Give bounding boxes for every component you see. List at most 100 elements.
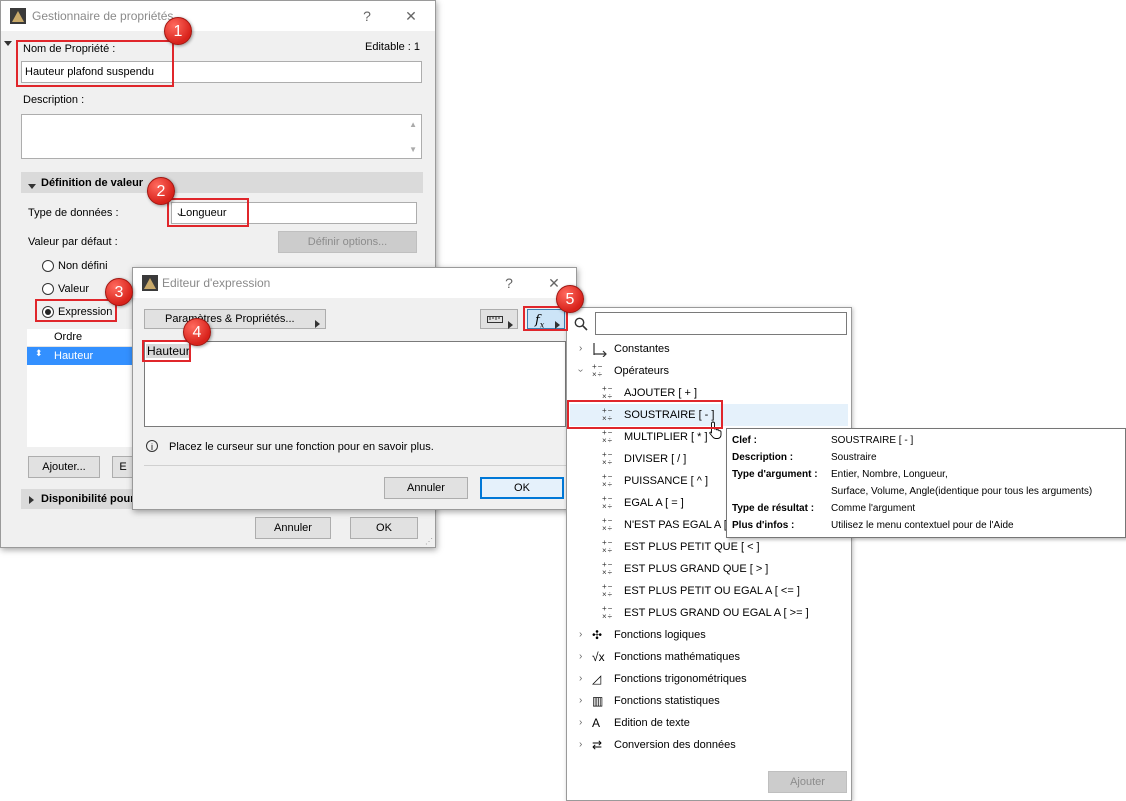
- archicad-icon: [10, 8, 26, 24]
- annotation-box-2: [167, 198, 249, 227]
- operator-label: EST PLUS PETIT QUE [ < ]: [624, 541, 760, 553]
- resize-grip-icon[interactable]: ⋰: [425, 537, 433, 546]
- expression-textarea[interactable]: Hauteur: [144, 341, 566, 427]
- tooltip-description-label: Description :: [732, 452, 794, 463]
- add-button[interactable]: Ajouter...: [28, 456, 100, 478]
- tooltip-more-label: Plus d'infos :: [732, 520, 795, 531]
- scroll-up-icon[interactable]: ▲: [409, 120, 417, 129]
- data-type-label: Type de données :: [28, 207, 119, 219]
- tooltip-argtype-value: Entier, Nombre, Longueur,: [831, 469, 948, 480]
- edit-button[interactable]: E: [112, 456, 134, 478]
- radio-undefined[interactable]: [42, 260, 54, 272]
- operator-label: AJOUTER [ + ]: [624, 387, 698, 399]
- tooltip-result-value: Comme l'argument: [831, 503, 916, 514]
- function-panel: › Constantes › +− ×÷ Opérateurs +− ×÷ AJOUT…: [566, 307, 852, 801]
- ok-button[interactable]: OK: [480, 477, 564, 499]
- operators-icon: +− ×÷: [602, 516, 614, 533]
- operators-icon: +− ×÷: [602, 428, 614, 445]
- help-button[interactable]: ?: [353, 5, 381, 27]
- operators-icon: +− ×÷: [602, 472, 614, 489]
- operator-label: DIVISER [ / ]: [624, 453, 687, 465]
- radio-value[interactable]: [42, 283, 54, 295]
- operator-label: EST PLUS GRAND QUE [ > ]: [624, 563, 769, 575]
- order-header-label: Ordre: [54, 331, 83, 343]
- function-category[interactable]: › ◿ Fonctions trigonométriques: [570, 668, 848, 690]
- add-function-button[interactable]: Ajouter: [768, 771, 847, 793]
- constants-icon: [593, 343, 607, 357]
- parameters-properties-button[interactable]: Paramètres & Propriétés...: [144, 309, 326, 329]
- category-operators[interactable]: › +− ×÷ Opérateurs: [570, 360, 848, 382]
- close-button[interactable]: ✕: [397, 5, 425, 27]
- collapse-arrow-icon[interactable]: [4, 37, 12, 49]
- expression-editor-titlebar: Editeur d'expression ? ✕: [133, 268, 576, 298]
- scroll-down-icon[interactable]: ▼: [409, 145, 417, 154]
- cancel-button[interactable]: Annuler: [255, 517, 331, 539]
- expand-arrow-icon: [28, 180, 36, 192]
- function-category[interactable]: › √x Fonctions mathématiques: [570, 646, 848, 668]
- units-button[interactable]: [480, 309, 518, 329]
- radio-value-label: Valeur: [58, 283, 89, 295]
- operators-icon: +− ×÷: [602, 604, 614, 621]
- order-row-selected[interactable]: ⬍ Hauteur: [27, 347, 137, 365]
- tooltip-key-value: SOUSTRAIRE [ - ]: [831, 435, 914, 446]
- operator-item[interactable]: +− ×÷ EST PLUS PETIT QUE [ < ]: [570, 536, 848, 558]
- tooltip-description-value: Soustraire: [831, 452, 877, 463]
- availability-header[interactable]: Disponibilité pour: [21, 489, 135, 509]
- statistics-icon: ▥: [592, 694, 604, 708]
- function-search-input[interactable]: [595, 312, 847, 335]
- operators-icon: +− ×÷: [592, 362, 604, 379]
- operator-item[interactable]: +− ×÷ EST PLUS GRAND QUE [ > ]: [570, 558, 848, 580]
- cancel-button[interactable]: Annuler: [384, 477, 468, 499]
- category-label: Opérateurs: [614, 365, 670, 377]
- operator-item[interactable]: +− ×÷ EST PLUS PETIT OU EGAL A [ <= ]: [570, 580, 848, 602]
- square-root-icon: √x: [592, 650, 605, 664]
- annotation-box-3: [35, 299, 117, 322]
- tooltip-result-label: Type de résultat :: [732, 503, 815, 514]
- operators-icon: +− ×÷: [602, 494, 614, 511]
- operators-icon: +− ×÷: [602, 560, 614, 577]
- define-options-button[interactable]: Définir options...: [278, 231, 417, 253]
- expression-editor-window: Editeur d'expression ? ✕ Paramètres & Pr…: [132, 267, 577, 510]
- tooltip-more-value: Utilisez le menu contextuel pour de l'Ai…: [831, 520, 1014, 531]
- function-category[interactable]: › ⇄ Conversion des données: [570, 734, 848, 756]
- submenu-arrow-icon: [508, 316, 513, 336]
- chevron-right-icon: ›: [579, 695, 583, 706]
- operator-label: EST PLUS PETIT OU EGAL A [ <= ]: [624, 585, 800, 597]
- help-button[interactable]: ?: [495, 272, 523, 294]
- info-icon: i: [146, 440, 158, 452]
- archicad-icon: [142, 275, 158, 291]
- annotation-box-1: [16, 40, 174, 87]
- operator-label: EST PLUS GRAND OU EGAL A [ >= ]: [624, 607, 809, 619]
- order-list[interactable]: Ordre ⬍ Hauteur: [27, 329, 137, 447]
- annotation-badge-3: 3: [105, 278, 133, 306]
- chevron-right-icon: ›: [579, 651, 583, 662]
- operators-icon: +− ×÷: [602, 384, 614, 401]
- ok-button[interactable]: OK: [350, 517, 418, 539]
- expand-arrow-icon: [29, 495, 34, 507]
- operator-label: MULTIPLIER [ * ]: [624, 431, 708, 443]
- annotation-box-4: [142, 340, 191, 362]
- availability-title: Disponibilité pour: [41, 493, 135, 505]
- category-label: Edition de texte: [614, 717, 690, 729]
- function-category[interactable]: › ✣ Fonctions logiques: [570, 624, 848, 646]
- description-field[interactable]: ▲ ▼: [21, 114, 422, 159]
- tooltip-key-label: Clef :: [732, 435, 757, 446]
- category-label: Fonctions mathématiques: [614, 651, 740, 663]
- chevron-down-icon: ›: [575, 368, 587, 373]
- reorder-icon[interactable]: ⬍: [35, 348, 43, 359]
- annotation-badge-2: 2: [147, 177, 175, 205]
- data-conversion-icon: ⇄: [592, 738, 603, 752]
- tooltip-argtype-value-2: Surface, Volume, Angle(identique pour to…: [831, 486, 1093, 497]
- function-category[interactable]: › ▥ Fonctions statistiques: [570, 690, 848, 712]
- chevron-right-icon: ›: [579, 629, 583, 640]
- annotation-box-soustraire: [567, 400, 723, 429]
- category-constants[interactable]: › Constantes: [570, 338, 848, 360]
- radio-undefined-label: Non défini: [58, 260, 108, 272]
- description-label: Description :: [23, 94, 85, 106]
- value-definition-header[interactable]: Définition de valeur: [21, 172, 423, 193]
- category-label: Constantes: [614, 343, 670, 355]
- operator-item[interactable]: +− ×÷ EST PLUS GRAND OU EGAL A [ >= ]: [570, 602, 848, 624]
- window-title: Editeur d'expression: [162, 276, 271, 290]
- operators-icon: +− ×÷: [602, 450, 614, 467]
- function-category[interactable]: › A Edition de texte: [570, 712, 848, 734]
